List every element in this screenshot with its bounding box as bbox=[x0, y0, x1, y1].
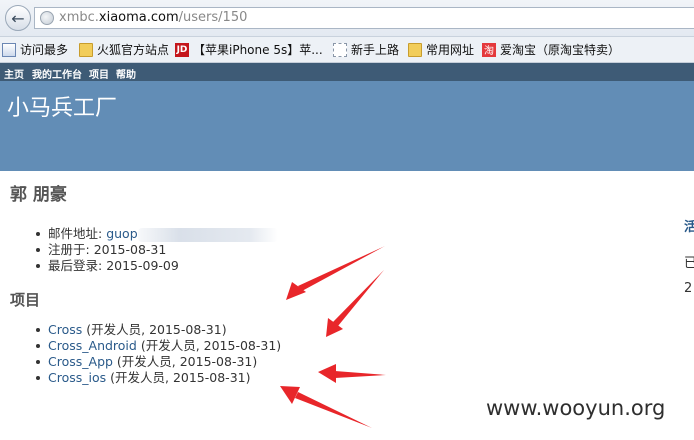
bookmarks-toolbar: 访问最多 火狐官方站点 JD 【苹果iPhone 5s】苹... 新手上路 常用… bbox=[0, 37, 694, 63]
taobao-icon: 淘 bbox=[482, 42, 496, 57]
nav-my-workspace[interactable]: 我的工作台 bbox=[32, 66, 82, 81]
list-item: Cross_Android (开发人员, 2015-08-31) bbox=[34, 338, 281, 354]
list-item: Cross_App (开发人员, 2015-08-31) bbox=[34, 354, 281, 370]
nav-home[interactable]: 主页 bbox=[4, 66, 24, 81]
blank-page-icon bbox=[333, 42, 347, 57]
url-field[interactable]: xmbc.xiaoma.com/users/150 bbox=[34, 7, 694, 29]
back-arrow-icon: ← bbox=[11, 8, 25, 28]
projects-list: Cross (开发人员, 2015-08-31) Cross_Android (… bbox=[34, 322, 281, 386]
red-arrow-head bbox=[280, 386, 300, 404]
bookmark-ai-taobao[interactable]: 淘 爱淘宝（原淘宝特卖） bbox=[482, 41, 620, 58]
folder-icon bbox=[79, 42, 93, 57]
red-arrow-head bbox=[318, 364, 336, 383]
bookmark-getting-started[interactable]: 新手上路 bbox=[333, 41, 399, 58]
address-bar: ← xmbc.xiaoma.com/users/150 bbox=[0, 0, 694, 37]
registered-item: 注册于: 2015-08-31 bbox=[34, 242, 278, 258]
red-arrow-head bbox=[286, 282, 306, 300]
site-title: 小马兵工厂 bbox=[7, 96, 118, 121]
nav-projects[interactable]: 项目 bbox=[89, 66, 109, 81]
project-link-cross-android[interactable]: Cross_Android bbox=[48, 338, 137, 353]
bookmark-iphone-5s[interactable]: JD 【苹果iPhone 5s】苹... bbox=[175, 41, 323, 58]
bookmark-firefox-official[interactable]: 火狐官方站点 bbox=[79, 41, 169, 58]
list-item: Cross_ios (开发人员, 2015-08-31) bbox=[34, 370, 281, 386]
red-arrow bbox=[335, 371, 386, 378]
project-link-cross-ios[interactable]: Cross_ios bbox=[48, 370, 106, 385]
sidebar-clipped-text: 已 bbox=[684, 256, 694, 271]
nav-help[interactable]: 帮助 bbox=[116, 66, 136, 81]
last-login-item: 最后登录: 2015-09-09 bbox=[34, 258, 278, 274]
red-arrow-head bbox=[326, 318, 343, 337]
folder-icon bbox=[408, 42, 422, 57]
red-arrow bbox=[298, 246, 385, 291]
watermark-text: www.wooyun.org bbox=[486, 396, 666, 420]
sidebar-clipped-heading[interactable]: 活 bbox=[684, 216, 694, 235]
user-info-list: 邮件地址: guop 注册于: 2015-08-31 最后登录: 2015-09… bbox=[34, 226, 278, 274]
red-arrow bbox=[295, 392, 372, 428]
email-link[interactable]: guop bbox=[106, 226, 137, 241]
user-name: 郭 朋豪 bbox=[10, 185, 67, 205]
project-link-cross-app[interactable]: Cross_App bbox=[48, 354, 113, 369]
jd-icon: JD bbox=[175, 42, 189, 57]
page-icon bbox=[2, 42, 16, 57]
bookmark-common-sites[interactable]: 常用网址 bbox=[408, 41, 474, 58]
list-item: Cross (开发人员, 2015-08-31) bbox=[34, 322, 281, 338]
site-header: 小马兵工厂 bbox=[0, 81, 694, 171]
projects-heading: 项目 bbox=[10, 291, 41, 309]
email-item: 邮件地址: guop bbox=[34, 226, 278, 242]
url-text: xmbc.xiaoma.com/users/150 bbox=[59, 10, 248, 25]
sidebar-clipped-text: 2 bbox=[684, 281, 693, 296]
back-button[interactable]: ← bbox=[5, 5, 31, 31]
bookmark-most-visited[interactable]: 访问最多 bbox=[2, 41, 68, 58]
project-link-cross[interactable]: Cross bbox=[48, 322, 82, 337]
site-top-nav: 主页 我的工作台 项目 帮助 bbox=[0, 63, 694, 81]
redacted-blur bbox=[137, 227, 278, 242]
globe-icon bbox=[40, 11, 54, 25]
red-arrow bbox=[333, 270, 384, 326]
